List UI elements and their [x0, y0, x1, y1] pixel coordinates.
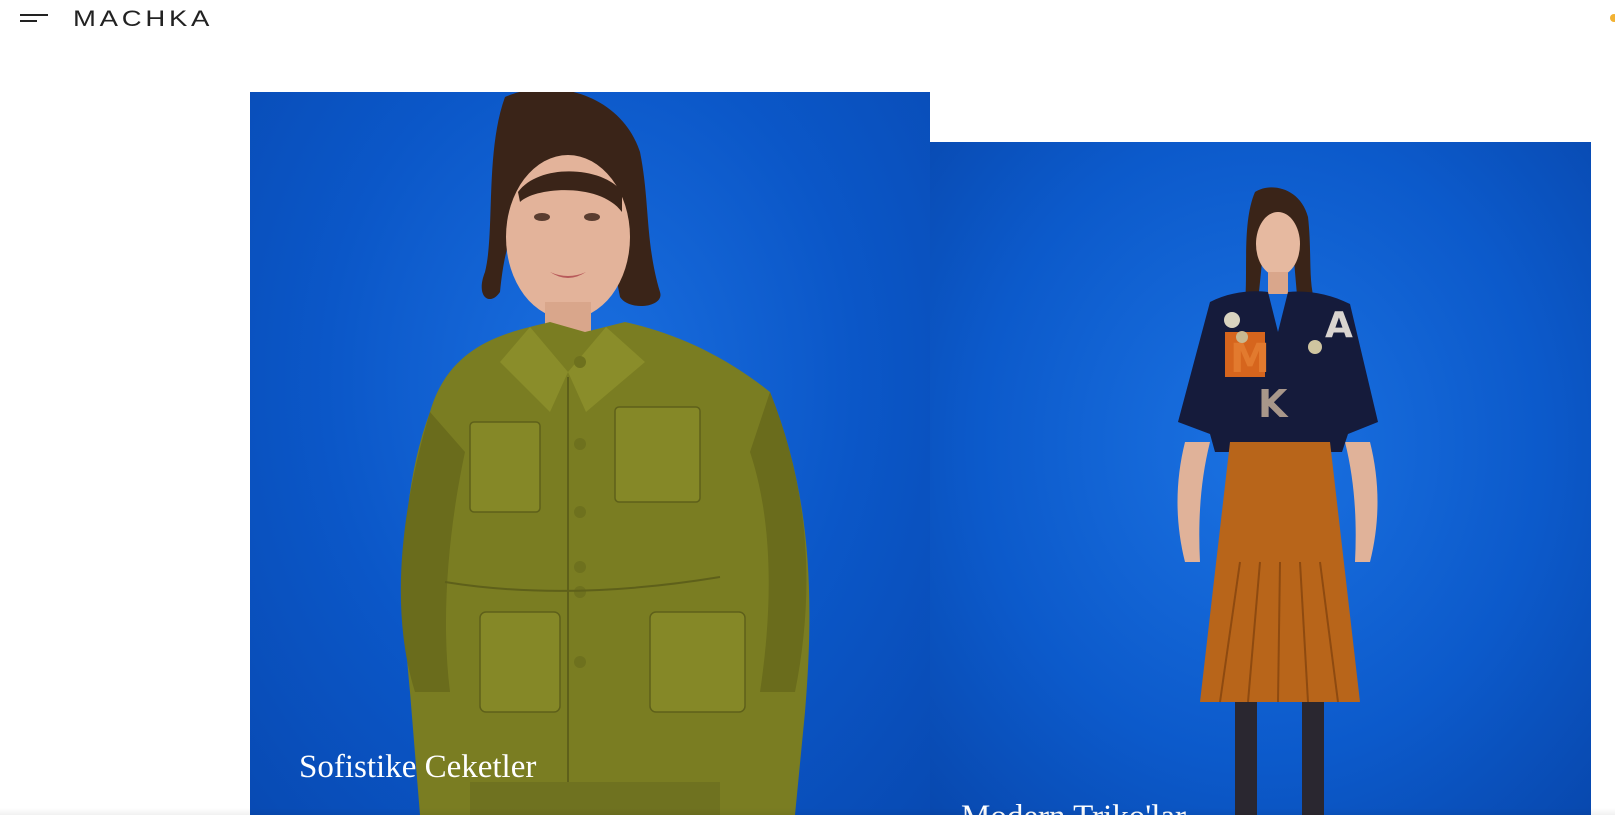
brand-logo[interactable]: MACHKA	[73, 6, 213, 32]
svg-text:K: K	[1258, 382, 1289, 426]
notification-dot	[1610, 14, 1615, 22]
svg-text:A: A	[1325, 305, 1353, 346]
category-tile-knitwear[interactable]: M K A Modern Triko'lar	[930, 142, 1591, 815]
tile-caption[interactable]: Modern Triko'lar	[961, 797, 1186, 815]
category-tile-jackets[interactable]: Sofistike Ceketler	[250, 92, 930, 815]
page: MACHKA Sofistike Ceketler M K A	[0, 0, 1615, 815]
jacket-model-image	[400, 92, 810, 815]
site-header: MACHKA	[0, 0, 1615, 40]
hamburger-menu-icon[interactable]	[20, 10, 50, 26]
tile-caption[interactable]: Sofistike Ceketler	[299, 747, 536, 787]
svg-text:M: M	[1230, 336, 1270, 382]
knitwear-model-image: M K A	[1177, 187, 1378, 815]
